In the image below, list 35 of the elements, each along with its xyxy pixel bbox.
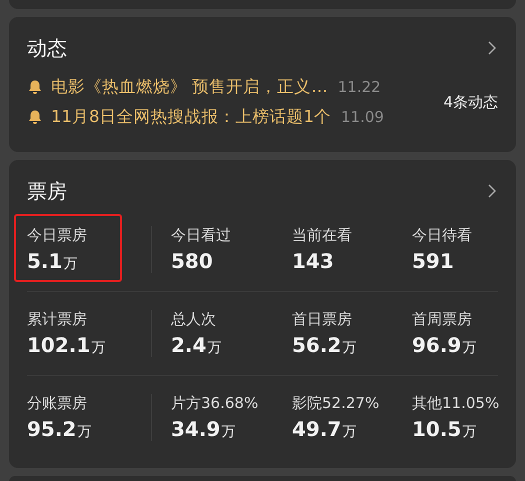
stat-label: 其他11.05% xyxy=(412,394,500,413)
news-date: 11.09 xyxy=(341,108,384,126)
stat-label: 累计票房 xyxy=(27,310,87,329)
stat-value: 96.9万 xyxy=(412,333,476,357)
stat-label: 分账票房 xyxy=(27,394,87,413)
stat-label: 今日票房 xyxy=(27,226,87,245)
bell-icon xyxy=(27,79,43,95)
stat-label: 影院52.27% xyxy=(292,394,380,413)
stat-value: 102.1万 xyxy=(27,333,106,357)
stat-label: 今日待看 xyxy=(412,226,472,245)
section-title: 票房 xyxy=(27,178,67,204)
news-date: 11.22 xyxy=(338,78,381,96)
stat-value: 591 xyxy=(412,249,454,273)
stat-label: 今日看过 xyxy=(171,226,231,245)
stat-value: 34.9万 xyxy=(171,417,236,441)
news-headline[interactable]: 电影《热血燃烧》 预售开启，正义… xyxy=(51,76,328,98)
stat-value: 95.2 万 xyxy=(27,417,92,441)
stat-value: 49.7万 xyxy=(292,417,356,441)
stat-value: 2.4万 xyxy=(171,333,222,357)
stat-label: 首周票房 xyxy=(412,310,472,329)
stat-value: 5.1万 xyxy=(27,249,78,273)
news-headline[interactable]: 11月8日全网热搜战报：上榜话题1个 xyxy=(51,106,331,128)
chevron-right-icon[interactable] xyxy=(488,41,496,55)
bell-icon xyxy=(27,109,43,125)
stat-value: 580 xyxy=(171,249,213,273)
stat-value: 143 xyxy=(292,249,334,273)
news-count[interactable]: 4条动态 xyxy=(443,92,498,112)
stat-label: 首日票房 xyxy=(292,310,352,329)
section-title: 动态 xyxy=(27,34,67,62)
stat-label: 总人次 xyxy=(171,310,216,329)
chevron-right-icon[interactable] xyxy=(488,184,496,198)
stat-label: 片方36.68% xyxy=(171,394,258,413)
stat-value: 10.5万 xyxy=(412,417,476,441)
stat-label: 当前在看 xyxy=(292,226,352,245)
stat-value: 56.2 万 xyxy=(292,333,356,357)
